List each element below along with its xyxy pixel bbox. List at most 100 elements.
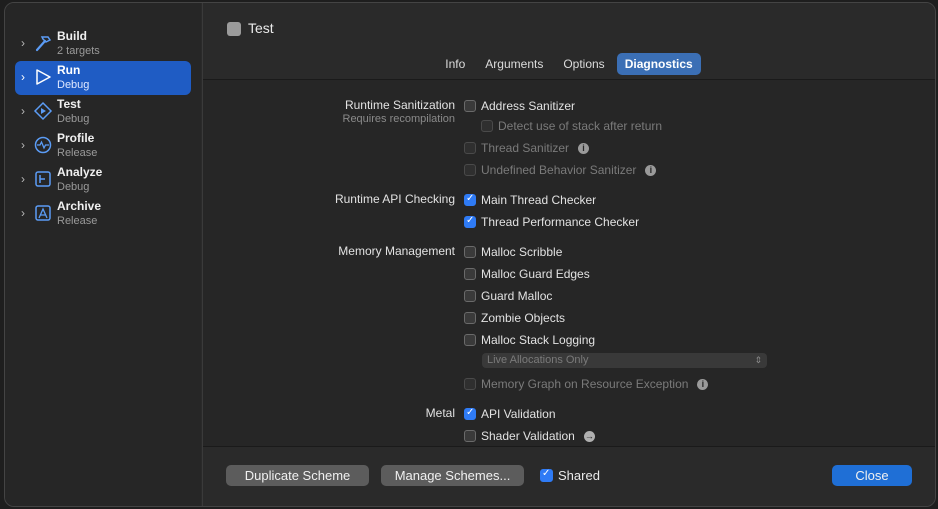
checkbox[interactable] <box>464 215 476 228</box>
checkbox[interactable] <box>464 142 476 154</box>
sidebar-item-run[interactable]: › Run Debug <box>15 61 191 95</box>
guard-malloc-option[interactable]: Guard Malloc <box>464 288 552 304</box>
option-label: Malloc Stack Logging <box>481 333 596 347</box>
sidebar-item-subtitle: Release <box>57 215 98 227</box>
zombie-objects-option[interactable]: Zombie Objects <box>464 310 565 326</box>
sidebar-item-title: Test <box>57 97 81 111</box>
section-label-runtime-api: Runtime API Checking <box>334 192 455 206</box>
hammer-icon <box>35 36 52 52</box>
option-label: Thread Sanitizer <box>481 141 570 155</box>
checkbox[interactable] <box>464 312 476 324</box>
close-button[interactable]: Close <box>832 465 912 486</box>
chevron-right-icon[interactable]: › <box>21 206 31 220</box>
option-label: Shader Validation <box>481 429 575 443</box>
analyze-icon <box>35 171 51 187</box>
malloc-guard-edges-option[interactable]: Malloc Guard Edges <box>464 266 590 282</box>
sidebar-item-subtitle: 2 targets <box>57 45 100 57</box>
allocation-mode-select[interactable]: Live Allocations Only ⇕ <box>482 353 767 368</box>
option-label: Guard Malloc <box>481 289 553 303</box>
diagnostics-content: Runtime Sanitization Requires recompilat… <box>203 80 935 447</box>
checkbox[interactable] <box>464 164 476 176</box>
tab-diagnostics[interactable]: Diagnostics <box>616 53 701 75</box>
sidebar-item-archive[interactable]: › Archive Release <box>15 197 191 231</box>
sidebar-item-profile[interactable]: › Profile Release <box>15 129 191 163</box>
checkbox[interactable] <box>464 246 476 258</box>
shader-validation-option[interactable]: Shader Validation → <box>464 428 595 444</box>
tab-bar: Info Arguments Options Diagnostics <box>203 53 935 79</box>
checkbox[interactable] <box>540 468 553 482</box>
manage-schemes-button[interactable]: Manage Schemes... <box>381 465 524 486</box>
select-value: Live Allocations Only <box>487 354 589 366</box>
tab-arguments[interactable]: Arguments <box>477 53 551 75</box>
option-label: Main Thread Checker <box>481 193 597 207</box>
sidebar-item-subtitle: Debug <box>57 79 90 91</box>
section-label-memory: Memory Management <box>338 244 455 258</box>
main-thread-checker-option[interactable]: Main Thread Checker <box>464 192 596 208</box>
shared-toggle[interactable]: Shared <box>540 468 600 483</box>
sidebar-item-title: Build <box>57 29 87 43</box>
address-sanitizer-option[interactable]: Address Sanitizer <box>464 98 575 114</box>
checkbox[interactable] <box>464 430 476 442</box>
tab-options[interactable]: Options <box>555 53 612 75</box>
scheme-editor-window: › Build 2 targets › Run Debug › Test Deb… <box>4 2 936 507</box>
tab-info[interactable]: Info <box>437 53 473 75</box>
api-validation-option[interactable]: API Validation <box>464 406 556 422</box>
ub-sanitizer-option[interactable]: Undefined Behavior Sanitizer i <box>464 162 657 178</box>
shared-label: Shared <box>558 468 600 483</box>
option-label: API Validation <box>481 407 556 421</box>
thread-sanitizer-option[interactable]: Thread Sanitizer i <box>464 140 590 156</box>
checkbox[interactable] <box>481 120 493 132</box>
duplicate-scheme-button[interactable]: Duplicate Scheme <box>226 465 369 486</box>
page-title: Test <box>248 20 274 36</box>
chevron-right-icon[interactable]: › <box>21 70 31 84</box>
checkbox[interactable] <box>464 407 476 420</box>
option-label: Detect use of stack after return <box>498 119 663 133</box>
info-icon[interactable]: i <box>578 142 590 154</box>
checkbox[interactable] <box>464 378 476 390</box>
option-label: Malloc Guard Edges <box>481 267 590 281</box>
info-icon[interactable]: i <box>645 164 657 176</box>
checkbox[interactable] <box>464 334 476 346</box>
option-label: Memory Graph on Resource Exception <box>481 377 689 391</box>
sidebar-item-subtitle: Debug <box>57 181 90 193</box>
test-diamond-icon <box>33 101 53 121</box>
thread-performance-checker-option[interactable]: Thread Performance Checker <box>464 214 639 230</box>
arrow-right-circle-icon[interactable]: → <box>583 430 595 442</box>
sidebar-item-title: Archive <box>57 199 102 213</box>
option-label: Undefined Behavior Sanitizer <box>481 163 637 177</box>
checkbox[interactable] <box>464 268 476 280</box>
sidebar-item-title: Run <box>57 63 81 77</box>
section-sublabel: Requires recompilation <box>342 113 456 125</box>
play-icon <box>36 69 51 85</box>
chevron-right-icon[interactable]: › <box>21 172 31 186</box>
main-panel: Test Info Arguments Options Diagnostics … <box>202 3 935 506</box>
chevron-right-icon[interactable]: › <box>21 36 31 50</box>
malloc-stack-logging-option[interactable]: Malloc Stack Logging <box>464 332 595 348</box>
chevron-right-icon[interactable]: › <box>21 104 31 118</box>
header: Test <box>203 3 935 53</box>
option-label: Address Sanitizer <box>481 99 576 113</box>
sidebar-item-analyze[interactable]: › Analyze Debug <box>15 163 191 197</box>
sidebar-item-title: Analyze <box>57 165 103 179</box>
archive-icon <box>35 205 51 221</box>
checkbox[interactable] <box>464 290 476 302</box>
sidebar-item-build[interactable]: › Build 2 targets <box>15 27 191 61</box>
chevron-right-icon[interactable]: › <box>21 138 31 152</box>
detect-stack-option[interactable]: Detect use of stack after return <box>481 118 662 134</box>
checkbox[interactable] <box>464 193 476 206</box>
malloc-scribble-option[interactable]: Malloc Scribble <box>464 244 562 260</box>
memory-graph-option[interactable]: Memory Graph on Resource Exception i <box>464 376 709 392</box>
option-label: Zombie Objects <box>481 311 566 325</box>
option-label: Malloc Scribble <box>481 245 563 259</box>
sidebar-item-test[interactable]: › Test Debug <box>15 95 191 129</box>
option-label: Thread Performance Checker <box>481 215 640 229</box>
sidebar-item-title: Profile <box>57 131 95 145</box>
sidebar-item-subtitle: Debug <box>57 113 90 125</box>
info-icon[interactable]: i <box>697 378 709 390</box>
checkbox[interactable] <box>464 100 476 112</box>
updown-chevron-icon: ⇕ <box>754 355 762 365</box>
section-label-metal: Metal <box>425 406 455 420</box>
sidebar: › Build 2 targets › Run Debug › Test Deb… <box>5 3 201 506</box>
section-label-runtime-sanitization: Runtime Sanitization <box>344 98 455 112</box>
app-target-icon <box>227 22 241 36</box>
